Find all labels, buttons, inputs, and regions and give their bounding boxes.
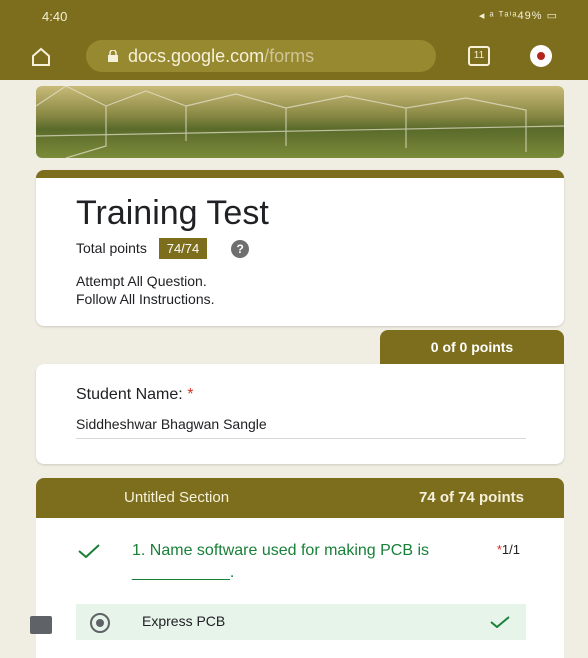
student-name-answer: Siddheshwar Bhagwan Sangle bbox=[76, 416, 526, 439]
student-name-label: Student Name: * bbox=[76, 386, 193, 404]
question-card: 1. Name software used for making PCB is … bbox=[36, 518, 564, 658]
header-banner-image bbox=[36, 86, 564, 158]
profile-icon[interactable] bbox=[530, 45, 552, 67]
total-points-row: Total points 74/74 ? bbox=[76, 238, 250, 259]
address-bar[interactable]: docs.google.com/forms bbox=[86, 40, 436, 72]
question-score: *1/1 bbox=[497, 542, 520, 557]
status-icons: ◂ ᵃ ᵀᵃⁱᵃ49% ▭ bbox=[478, 10, 558, 22]
option-label: Express PCB bbox=[142, 613, 226, 629]
answer-option-selected[interactable]: Express PCB bbox=[76, 604, 526, 640]
question-score-tab: 0 of 0 points bbox=[380, 330, 564, 364]
feedback-icon[interactable] bbox=[30, 616, 52, 634]
section-title: Untitled Section bbox=[124, 489, 230, 506]
correct-check-icon bbox=[78, 544, 100, 558]
tab-switcher-button[interactable]: 11 bbox=[468, 46, 490, 66]
section-points: 74 of 74 points bbox=[418, 489, 524, 506]
form-description: Attempt All Question. Follow All Instruc… bbox=[76, 272, 215, 308]
question-title: Student Name: bbox=[76, 386, 183, 403]
total-points-badge: 74/74 bbox=[158, 238, 208, 259]
required-mark: * bbox=[187, 386, 194, 403]
description-line: Follow All Instructions. bbox=[76, 291, 215, 307]
lock-icon bbox=[108, 50, 118, 62]
option-check-icon bbox=[490, 616, 510, 628]
status-time: 4:40 bbox=[42, 9, 68, 24]
total-points-label: Total points bbox=[76, 240, 147, 256]
status-bar: 4:40 ◂ ᵃ ᵀᵃⁱᵃ49% ▭ bbox=[0, 0, 588, 34]
home-icon[interactable] bbox=[30, 46, 52, 68]
net-pattern-icon bbox=[36, 86, 564, 158]
browser-toolbar: docs.google.com/forms 11 bbox=[0, 34, 588, 80]
url-path: /forms bbox=[264, 46, 315, 66]
radio-selected-icon[interactable] bbox=[90, 613, 110, 633]
question-text: 1. Name software used for making PCB is … bbox=[132, 542, 430, 581]
question-score-value: 1/1 bbox=[501, 542, 520, 557]
form-title-card: Training Test Total points 74/74 ? Attem… bbox=[36, 170, 564, 326]
url-text: docs.google.com/forms bbox=[128, 46, 314, 67]
section-header: Untitled Section 74 of 74 points bbox=[36, 478, 564, 518]
url-host: docs.google.com bbox=[128, 46, 265, 66]
student-name-card: Student Name: * Siddheshwar Bhagwan Sang… bbox=[36, 364, 564, 464]
help-icon[interactable]: ? bbox=[231, 240, 250, 258]
description-line: Attempt All Question. bbox=[76, 273, 207, 289]
form-title: Training Test bbox=[76, 194, 269, 232]
